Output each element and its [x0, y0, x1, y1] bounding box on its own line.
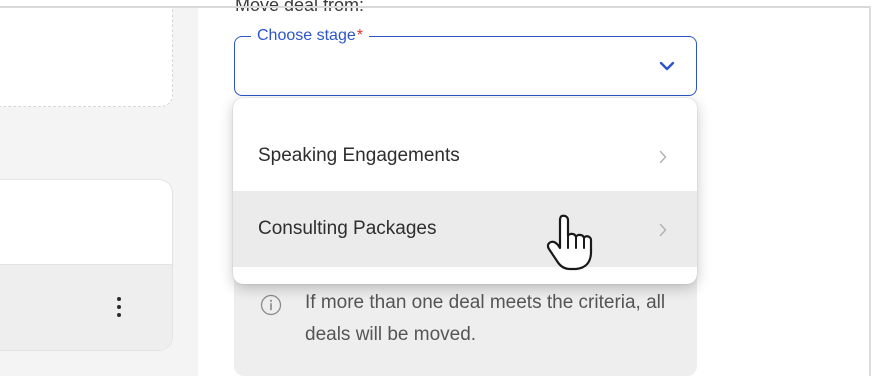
chevron-right-icon [659, 223, 667, 237]
stage-dropdown-menu: Speaking Engagements Consulting Packages [233, 98, 697, 284]
hand-pointer-cursor-icon [546, 214, 593, 271]
stage-option-label: Speaking Engagements [258, 145, 460, 166]
stage-option-label: Consulting Packages [258, 218, 437, 239]
info-icon [260, 294, 282, 316]
left-panel [0, 8, 198, 376]
deal-card-row[interactable] [0, 264, 172, 350]
right-divider [869, 6, 871, 376]
deal-card [0, 179, 173, 351]
choose-stage-select[interactable]: Choose stage* [234, 26, 697, 96]
choose-stage-label-text: Choose stage [257, 27, 356, 44]
more-options-icon[interactable] [110, 289, 128, 325]
top-divider [0, 6, 870, 8]
choose-stage-label: Choose stage* [251, 26, 369, 46]
info-note-text: If more than one deal meets the criteria… [305, 292, 666, 345]
empty-card-placeholder [0, 8, 173, 107]
chevron-right-icon [659, 150, 667, 164]
stage-option-speaking-engagements[interactable]: Speaking Engagements [233, 118, 697, 194]
required-marker: * [356, 27, 363, 44]
app-frame: Move deal from: Choose stage* If more th… [0, 0, 871, 376]
stage-option-consulting-packages[interactable]: Consulting Packages [233, 191, 697, 267]
chevron-down-icon[interactable] [658, 60, 676, 72]
